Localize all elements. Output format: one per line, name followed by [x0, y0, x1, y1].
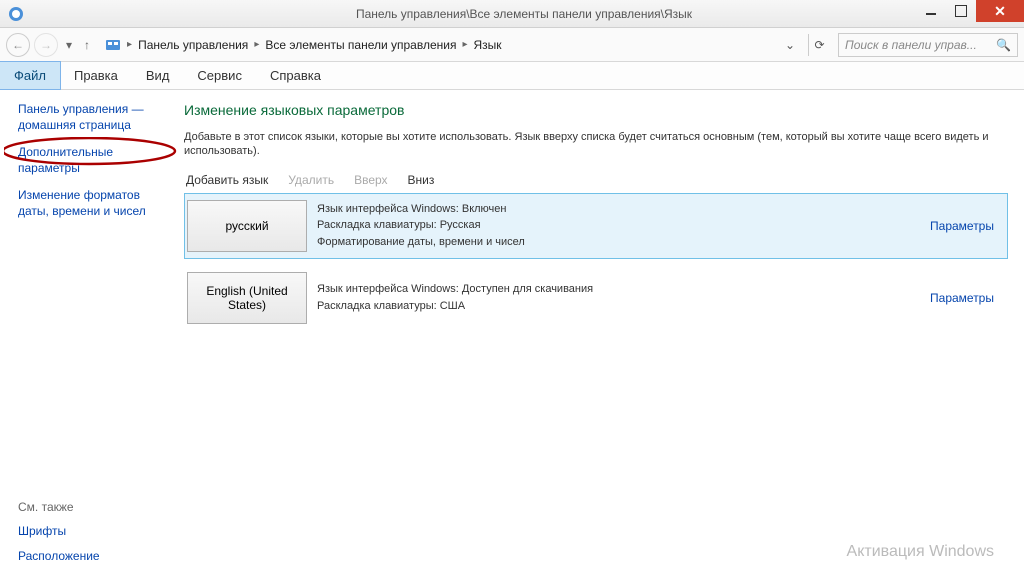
menu-view[interactable]: Вид	[132, 62, 184, 89]
language-detail-line: Раскладка клавиатуры: США	[317, 298, 917, 315]
sidebar-additional-settings[interactable]: Дополнительные параметры	[18, 145, 160, 176]
breadcrumb-chevron-icon[interactable]: ▸	[462, 39, 467, 50]
language-list: русский Язык интерфейса Windows: Включен…	[184, 193, 1008, 331]
toolbar-add-language[interactable]: Добавить язык	[186, 173, 268, 187]
control-panel-icon	[105, 37, 121, 53]
forward-button[interactable]: →	[34, 33, 58, 57]
menu-file[interactable]: Файл	[0, 62, 60, 89]
recent-dropdown[interactable]: ▾	[66, 38, 72, 52]
language-detail-line: Язык интерфейса Windows: Доступен для ск…	[317, 281, 917, 298]
language-options-link[interactable]: Параметры	[930, 291, 994, 305]
language-detail-line: Раскладка клавиатуры: Русская	[317, 217, 917, 234]
breadcrumb-item-2[interactable]: Все элементы панели управления	[265, 38, 456, 52]
breadcrumb-chevron-icon[interactable]: ▸	[254, 39, 259, 50]
breadcrumb-chevron-icon[interactable]: ▸	[127, 39, 132, 50]
nav-bar: ← → ▾ ↑ ▸ Панель управления ▸ Все элемен…	[0, 28, 1024, 62]
close-button[interactable]: ✕	[976, 0, 1024, 22]
language-row-english[interactable]: English (United States) Язык интерфейса …	[184, 265, 1008, 331]
sidebar-location[interactable]: Расположение	[18, 549, 160, 565]
sidebar: Панель управления — домашняя страница До…	[0, 90, 174, 575]
search-placeholder: Поиск в панели управ...	[845, 38, 977, 52]
menu-bar: Файл Правка Вид Сервис Справка	[0, 62, 1024, 90]
window-titlebar: Панель управления\Все элементы панели уп…	[0, 0, 1024, 28]
language-options: Параметры	[917, 266, 1007, 330]
window-title: Панель управления\Все элементы панели уп…	[24, 7, 1024, 21]
language-detail-line: Форматирование даты, времени и чисел	[317, 234, 917, 251]
language-options: Параметры	[917, 194, 1007, 258]
language-options-link[interactable]: Параметры	[930, 219, 994, 233]
page-heading: Изменение языковых параметров	[184, 102, 1008, 118]
breadcrumb-item-3[interactable]: Язык	[474, 38, 502, 52]
control-panel-appicon	[8, 6, 24, 22]
window-controls: ✕	[916, 0, 1024, 22]
breadcrumb-dropdown[interactable]: ⌄	[781, 38, 799, 52]
page-description: Добавьте в этот список языки, которые вы…	[184, 130, 1008, 159]
breadcrumb: ▸ Панель управления ▸ Все элементы панел…	[98, 36, 800, 54]
content-area: Изменение языковых параметров Добавьте в…	[174, 90, 1024, 575]
language-row-russian[interactable]: русский Язык интерфейса Windows: Включен…	[184, 193, 1008, 259]
search-input[interactable]: Поиск в панели управ... 🔍	[838, 33, 1018, 57]
menu-edit[interactable]: Правка	[60, 62, 132, 89]
language-toolbar: Добавить язык Удалить Вверх Вниз	[184, 173, 1008, 187]
minimize-button[interactable]	[916, 0, 946, 22]
language-detail-line: Язык интерфейса Windows: Включен	[317, 201, 917, 218]
toolbar-move-up[interactable]: Вверх	[354, 173, 387, 187]
sidebar-date-format[interactable]: Изменение форматов даты, времени и чисел	[18, 188, 160, 219]
main-area: Панель управления — домашняя страница До…	[0, 90, 1024, 575]
back-button[interactable]: ←	[6, 33, 30, 57]
refresh-button[interactable]: ⟳	[808, 34, 830, 56]
sidebar-see-also: См. также Шрифты Расположение	[18, 500, 160, 565]
sidebar-home[interactable]: Панель управления — домашняя страница	[18, 102, 160, 133]
language-details: Язык интерфейса Windows: Доступен для ск…	[317, 266, 917, 330]
maximize-button[interactable]	[946, 0, 976, 22]
breadcrumb-item-1[interactable]: Панель управления	[138, 38, 248, 52]
sidebar-fonts[interactable]: Шрифты	[18, 524, 160, 540]
up-button[interactable]: ↑	[84, 38, 90, 52]
toolbar-remove[interactable]: Удалить	[288, 173, 334, 187]
activation-watermark: Активация Windows	[847, 543, 994, 561]
language-name-box: English (United States)	[187, 272, 307, 324]
sidebar-additional-settings-wrapper: Дополнительные параметры	[18, 145, 160, 176]
search-icon: 🔍	[996, 38, 1011, 52]
toolbar-move-down[interactable]: Вниз	[408, 173, 435, 187]
see-also-header: См. также	[18, 500, 160, 514]
language-details: Язык интерфейса Windows: Включен Расклад…	[317, 194, 917, 258]
language-name-box: русский	[187, 200, 307, 252]
menu-help[interactable]: Справка	[256, 62, 335, 89]
menu-service[interactable]: Сервис	[183, 62, 256, 89]
